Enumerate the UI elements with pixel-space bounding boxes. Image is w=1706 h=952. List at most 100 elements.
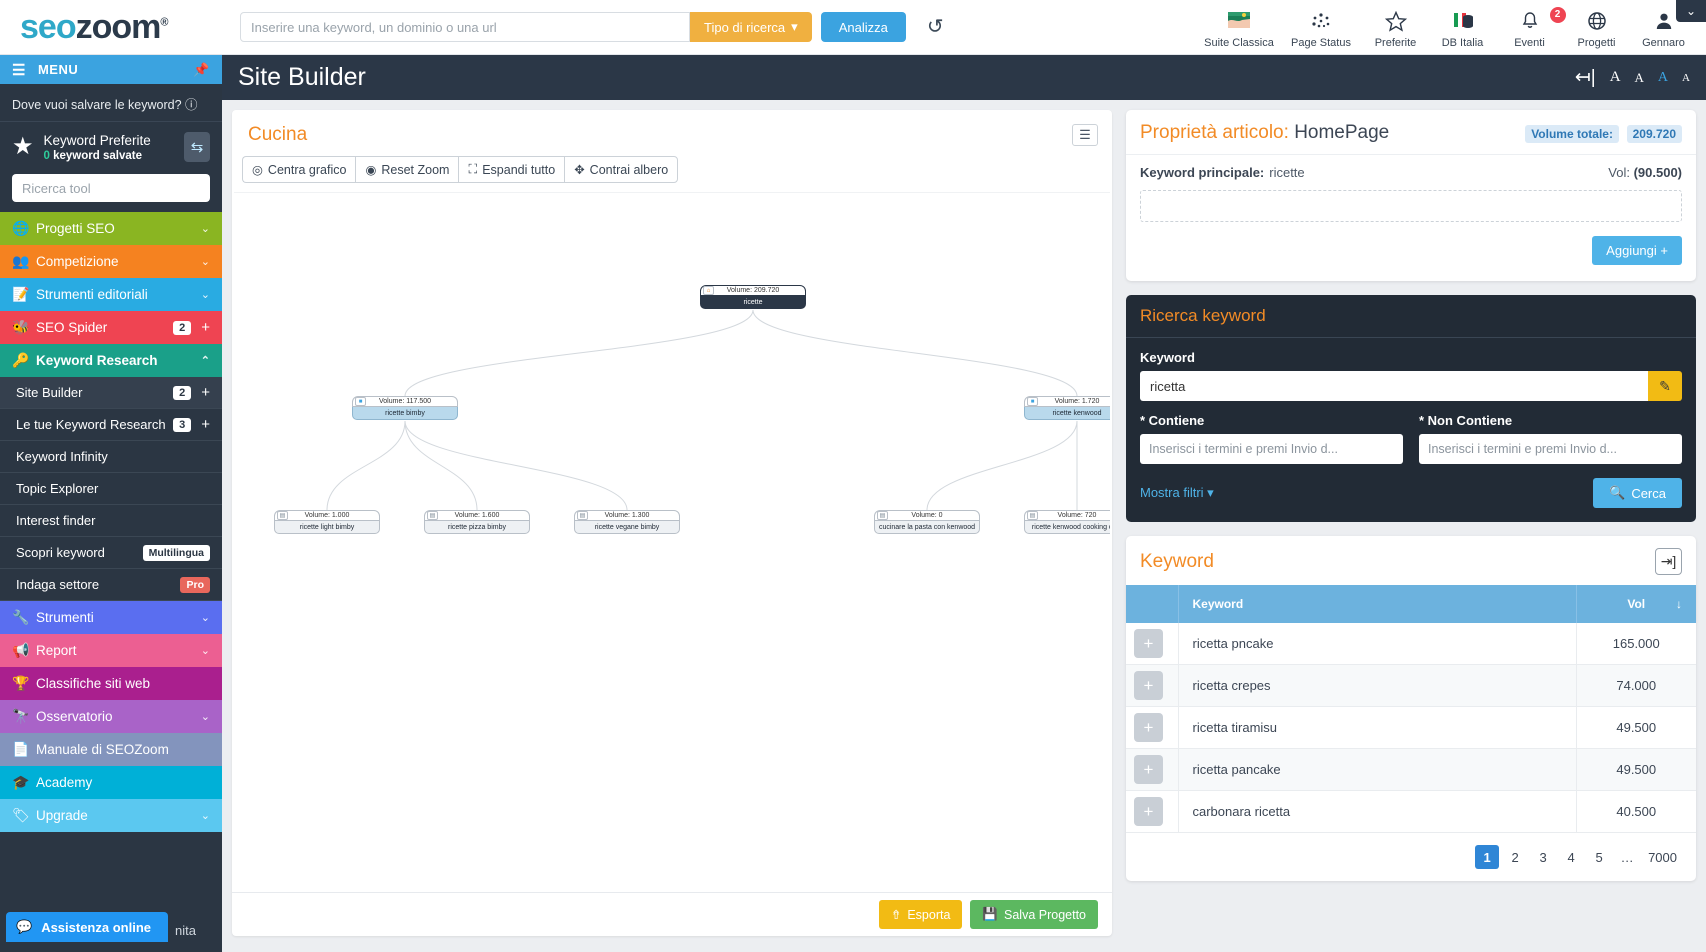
non-contiene-label: * Non Contiene [1419, 413, 1513, 428]
search-type-dropdown[interactable]: Tipo di ricerca ▾ [690, 12, 812, 42]
key-icon: 🔑 [12, 352, 30, 368]
tree-node[interactable]: ▤ Volume: 1.600 ricette pizza bimby [424, 510, 530, 534]
sidebar-group-progetti-seo[interactable]: 🌐 Progetti SEO ⌄ [0, 212, 222, 245]
contiene-label: * Contiene [1140, 413, 1205, 428]
pencil-icon[interactable]: ✎ [1648, 371, 1682, 401]
column-keyword[interactable]: Keyword [1178, 585, 1577, 623]
font-size-small-button[interactable]: A [1682, 72, 1690, 84]
aggiungi-button[interactable]: Aggiungi + [1592, 236, 1682, 265]
font-size-largest-button[interactable]: A [1610, 69, 1621, 86]
collapse-topbar-button[interactable]: ⌄ [1676, 0, 1706, 22]
sidebar-item-scopri-keyword[interactable]: Scopri keyword Multilingua [0, 537, 222, 569]
sidebar-item-topic-explorer[interactable]: Topic Explorer [0, 473, 222, 505]
back-arrow-icon[interactable]: ↤| [1575, 66, 1596, 89]
tree-node[interactable]: ■ Volume: 1.720 ricette kenwood [1024, 396, 1110, 420]
pin-icon[interactable]: 📌 [193, 62, 210, 78]
add-site-builder-button[interactable]: + [201, 384, 210, 401]
column-vol[interactable]: Vol ↓ [1576, 585, 1696, 623]
add-keyword-button[interactable]: + [1134, 671, 1163, 700]
add-keyword-button[interactable]: + [1134, 755, 1163, 784]
add-keyword-button[interactable]: + [1134, 629, 1163, 658]
add-keyword-research-button[interactable]: + [201, 416, 210, 433]
chevron-down-icon: ⌄ [200, 223, 210, 235]
analyze-button[interactable]: Analizza [820, 12, 906, 42]
table-row[interactable]: + ricetta tiramisu 49.500 [1126, 706, 1696, 749]
nav-item-preferite[interactable]: Preferite [1363, 6, 1428, 49]
page-button-5[interactable]: 5 [1587, 845, 1611, 869]
sidebar-group-report[interactable]: 📢 Report ⌄ [0, 634, 222, 667]
tree-node[interactable]: ■ Volume: 117.500 ricette bimby [352, 396, 458, 420]
sidebar-group-manuale[interactable]: 📄 Manuale di SEOZoom [0, 733, 222, 766]
table-row[interactable]: + carbonara ricetta 40.500 [1126, 790, 1696, 833]
page-button-7000[interactable]: 7000 [1643, 845, 1682, 869]
sidebar-group-upgrade[interactable]: 🏷 Upgrade ⌄ [0, 799, 222, 832]
sidebar-item-le-tue-keyword-research[interactable]: Le tue Keyword Research 3 + [0, 409, 222, 441]
page-status-icon [1281, 11, 1361, 36]
search-input[interactable] [240, 12, 690, 42]
esporta-button[interactable]: ⇮ Esporta [878, 900, 963, 929]
page-button-4[interactable]: 4 [1559, 845, 1583, 869]
vol-cell: 49.500 [1576, 748, 1696, 791]
keyword-favorites[interactable]: ★ Keyword Preferite 0 keyword salvate ⇆ [0, 122, 222, 172]
export-box-icon[interactable]: ⇥] [1655, 548, 1682, 575]
sidebar-group-classifiche-siti-web[interactable]: 🏆 Classifiche siti web [0, 667, 222, 700]
nav-item-eventi[interactable]: 2 Eventi [1497, 6, 1566, 49]
page-button-…[interactable]: … [1615, 845, 1639, 869]
add-seo-spider-button[interactable]: + [201, 319, 210, 336]
nav-item-db-italia[interactable]: DB Italia [1430, 6, 1495, 49]
nav-label-db-italia: DB Italia [1441, 36, 1484, 49]
page-button-3[interactable]: 3 [1531, 845, 1555, 869]
sidebar-menu-toggle[interactable]: ☰ MENU 📌 [0, 55, 222, 84]
salva-progetto-button[interactable]: 💾 Salva Progetto [970, 900, 1098, 929]
centra-grafico-button[interactable]: ◎ Centra grafico [242, 156, 356, 183]
non-contiene-input[interactable] [1419, 434, 1682, 464]
sidebar-group-keyword-research[interactable]: 🔑 Keyword Research ⌃ [0, 344, 222, 377]
swap-keywords-button[interactable]: ⇆ [184, 132, 210, 162]
nav-item-suite-classica[interactable]: Suite Classica [1199, 6, 1279, 49]
mostra-filtri-button[interactable]: Mostra filtri ▾ [1140, 485, 1214, 501]
table-row[interactable]: + ricetta crepes 74.000 [1126, 664, 1696, 707]
sidebar-group-academy[interactable]: 🎓 Academy [0, 766, 222, 799]
builder-menu-button[interactable]: ☰ [1072, 124, 1098, 146]
contrai-albero-button[interactable]: ✥ Contrai albero [564, 156, 679, 183]
sidebar-item-keyword-infinity[interactable]: Keyword Infinity [0, 441, 222, 473]
history-icon[interactable]: ↺ [927, 17, 944, 37]
sidebar-item-interest-finder[interactable]: Interest finder [0, 505, 222, 537]
keyword-drop-zone[interactable] [1140, 190, 1682, 222]
font-size-medium-button[interactable]: A [1658, 70, 1668, 86]
info-icon[interactable]: ⓘ [185, 98, 198, 112]
page-button-2[interactable]: 2 [1503, 845, 1527, 869]
sidebar-group-strumenti-editoriali[interactable]: 📝 Strumenti editoriali ⌄ [0, 278, 222, 311]
keyword-input[interactable] [1140, 371, 1648, 401]
keyword-tree-chart[interactable]: ⌂ Volume: 209.720 ricette ■ Volume: 117.500 r… [234, 192, 1110, 880]
sidebar-item-site-builder[interactable]: Site Builder 2 + [0, 377, 222, 409]
espandi-tutto-button[interactable]: ⛶ Espandi tutto [458, 156, 565, 183]
table-row[interactable]: + ricetta pancake 49.500 [1126, 748, 1696, 791]
logo[interactable]: seozoom® [0, 10, 240, 44]
tree-node[interactable]: ▤ Volume: 1.300 ricette vegane bimby [574, 510, 680, 534]
sidebar-group-strumenti[interactable]: 🔧 Strumenti ⌄ [0, 601, 222, 634]
tool-search-input[interactable] [12, 174, 210, 202]
right-column: Proprietà articolo: HomePage Volume tota… [1126, 110, 1696, 952]
sidebar-group-competizione[interactable]: 👥 Competizione ⌄ [0, 245, 222, 278]
font-size-large-button[interactable]: A [1635, 70, 1644, 86]
cerca-button[interactable]: 🔍 Cerca [1593, 478, 1682, 508]
sidebar-item-indaga-settore[interactable]: Indaga settore Pro [0, 569, 222, 601]
nav-item-progetti[interactable]: Progetti [1564, 6, 1629, 49]
page-button-1[interactable]: 1 [1475, 845, 1500, 869]
tree-node[interactable]: ▤Volume: 720ricette kenwood cooking chef [1024, 510, 1110, 534]
add-keyword-button[interactable]: + [1134, 797, 1163, 826]
table-row[interactable]: + ricetta pncake 165.000 [1126, 623, 1696, 665]
tree-node[interactable]: ▤ Volume: 0 cucinare la pasta con kenwood [874, 510, 980, 534]
volume-totale-label: Volume totale: [1525, 125, 1619, 143]
contiene-input[interactable] [1140, 434, 1403, 464]
assistenza-online-button[interactable]: 💬 Assistenza online [6, 912, 168, 942]
reset-zoom-button[interactable]: ◉ Reset Zoom [355, 156, 459, 183]
sidebar-group-seo-spider[interactable]: 🐝 SEO Spider 2 + [0, 311, 222, 344]
sidebar-group-osservatorio[interactable]: 🔭 Osservatorio ⌄ [0, 700, 222, 733]
tree-node[interactable]: ▤ Volume: 1.000 ricette light bimby [274, 510, 380, 534]
tree-node[interactable]: ⌂ Volume: 209.720 ricette [700, 285, 806, 309]
add-keyword-button[interactable]: + [1134, 713, 1163, 742]
nav-item-page-status[interactable]: Page Status [1281, 6, 1361, 49]
keyword-search-title: Ricerca keyword [1126, 295, 1696, 338]
